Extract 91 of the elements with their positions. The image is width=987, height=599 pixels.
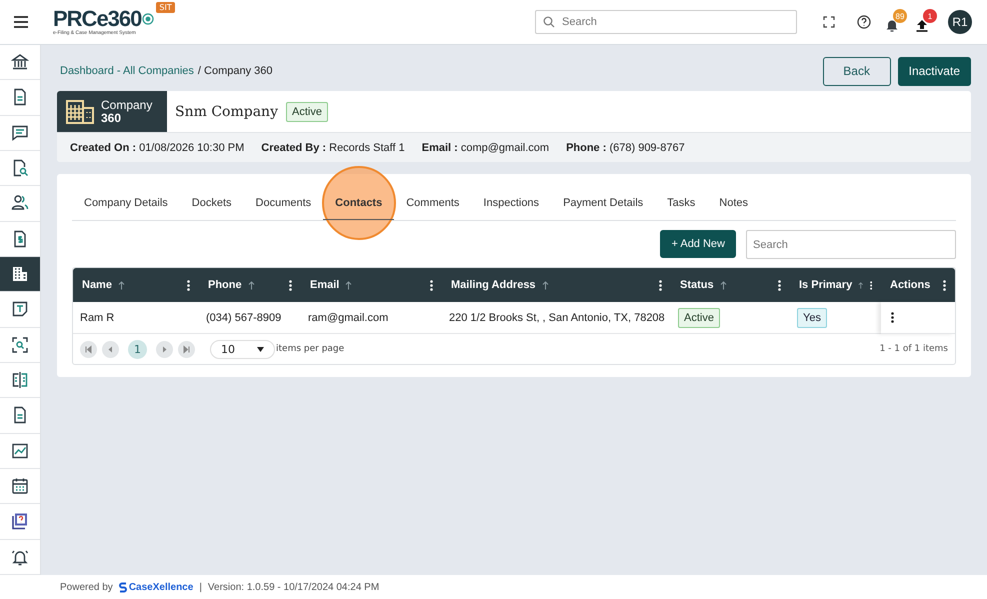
powered-by-label: Powered by	[60, 582, 113, 592]
info-field: Created By : Records Staff 1	[261, 142, 405, 154]
document-search-icon	[11, 159, 29, 178]
search-icon	[543, 16, 555, 28]
items-per-page-label: items per page	[276, 344, 344, 354]
sort-arrow-icon[interactable]	[858, 280, 864, 290]
caret-icon	[257, 346, 264, 352]
menu-icon[interactable]	[14, 16, 28, 28]
sort-arrow-icon[interactable]	[542, 280, 549, 290]
tab[interactable]: Company Details	[72, 186, 180, 220]
back-button[interactable]: Back	[822, 56, 891, 86]
users-icon	[11, 194, 29, 212]
primary-badge: Yes	[797, 308, 827, 328]
table-cell: ram@gmail.com	[308, 312, 388, 324]
building-icon	[11, 265, 29, 284]
column-menu-icon[interactable]	[430, 280, 433, 290]
column-header[interactable]: Name	[82, 279, 112, 291]
first-page-icon[interactable]	[80, 340, 97, 358]
chart-icon	[11, 442, 29, 460]
row-menu-icon[interactable]	[891, 312, 894, 323]
search-field[interactable]: Search	[535, 10, 797, 34]
logo[interactable]: PRCe360	[53, 8, 154, 30]
column-menu-icon[interactable]	[659, 280, 662, 290]
upload-count: 1	[923, 9, 937, 23]
calendar-icon	[11, 477, 29, 496]
sort-arrow-icon[interactable]	[118, 280, 125, 290]
tab[interactable]: Tasks	[655, 186, 708, 220]
search-field[interactable]: Search	[746, 230, 956, 259]
table-cell: 220 1/2 Brooks St, , San Antonio, TX, 78208	[449, 312, 665, 324]
target-icon	[142, 13, 154, 25]
chat-icon	[11, 124, 29, 142]
page-size-dropdown[interactable]: 10	[210, 340, 275, 358]
user-avatar[interactable]: R1	[948, 10, 972, 34]
tab[interactable]: Documents	[244, 186, 324, 220]
column-header[interactable]: Phone	[208, 279, 242, 291]
column-header[interactable]: Email	[310, 279, 340, 291]
note-icon	[11, 300, 29, 318]
sidebar-item[interactable]	[0, 256, 40, 292]
add-new-button[interactable]: + Add New	[660, 230, 736, 258]
building-icon	[66, 100, 94, 124]
status-badge: Active	[678, 308, 720, 328]
info-field: Phone : (678) 909-8767	[566, 142, 685, 154]
sort-arrow-icon[interactable]	[720, 280, 727, 290]
last-page-icon[interactable]	[178, 340, 195, 358]
notification-count: 89	[893, 9, 907, 23]
environment-badge: SIT	[156, 2, 175, 13]
info-field: Email : comp@gmail.com	[422, 142, 550, 154]
sort-arrow-icon[interactable]	[345, 280, 352, 290]
company-name: Snm Company	[175, 104, 278, 120]
breadcrumb-link[interactable]: Dashboard - All Companies	[60, 65, 194, 77]
tab[interactable]: Inspections	[471, 186, 552, 220]
table-cell: (034) 567-8909	[206, 312, 282, 324]
table-cell: Ram R	[80, 312, 114, 324]
compare-document-icon	[11, 371, 29, 390]
bank-icon	[11, 53, 29, 72]
entity-number: 360	[101, 112, 122, 124]
column-menu-icon[interactable]	[870, 280, 872, 290]
column-menu-icon[interactable]	[187, 280, 190, 290]
help-book-icon	[11, 512, 29, 530]
s-logo-icon	[118, 582, 127, 592]
column-menu-icon[interactable]	[289, 280, 292, 290]
upload-icon	[916, 18, 928, 32]
column-menu-icon[interactable]	[778, 280, 781, 290]
status-badge: Active	[286, 102, 328, 122]
fullscreen-icon[interactable]	[823, 16, 835, 28]
inactivate-button[interactable]: Inactivate	[898, 56, 971, 86]
pager-summary: 1 - 1 of 1 items	[880, 344, 948, 354]
column-header[interactable]: Is Primary	[799, 279, 852, 291]
info-field: Created On : 01/08/2026 10:30 PM	[70, 142, 244, 154]
previous-page-icon[interactable]	[102, 340, 119, 358]
scan-search-icon	[11, 336, 29, 354]
page-button[interactable]: 1	[128, 340, 147, 358]
column-header[interactable]: Mailing Address	[451, 279, 536, 291]
version-text: Version: 1.0.59 - 10/17/2024 04:24 PM	[208, 582, 380, 592]
tab[interactable]: Comments	[394, 186, 472, 220]
bell-icon	[886, 18, 898, 32]
column-header[interactable]: Status	[680, 279, 714, 291]
tab[interactable]: Payment Details	[551, 186, 656, 220]
breadcrumb-current: / Company 360	[198, 65, 273, 77]
column-header[interactable]: Actions	[890, 279, 930, 291]
brand-logo[interactable]: CaseXellence	[118, 582, 194, 592]
tab[interactable]: Dockets	[180, 186, 244, 220]
help-icon[interactable]	[857, 15, 871, 29]
sort-arrow-icon[interactable]	[248, 280, 255, 290]
tab[interactable]: Contacts	[323, 186, 394, 220]
upload-button[interactable]: 1	[916, 9, 938, 35]
next-page-icon[interactable]	[156, 340, 173, 358]
entity-type: Company	[101, 98, 152, 112]
tab[interactable]: Notes	[707, 186, 760, 220]
column-menu-icon[interactable]	[943, 280, 946, 290]
separator: |	[199, 582, 202, 592]
